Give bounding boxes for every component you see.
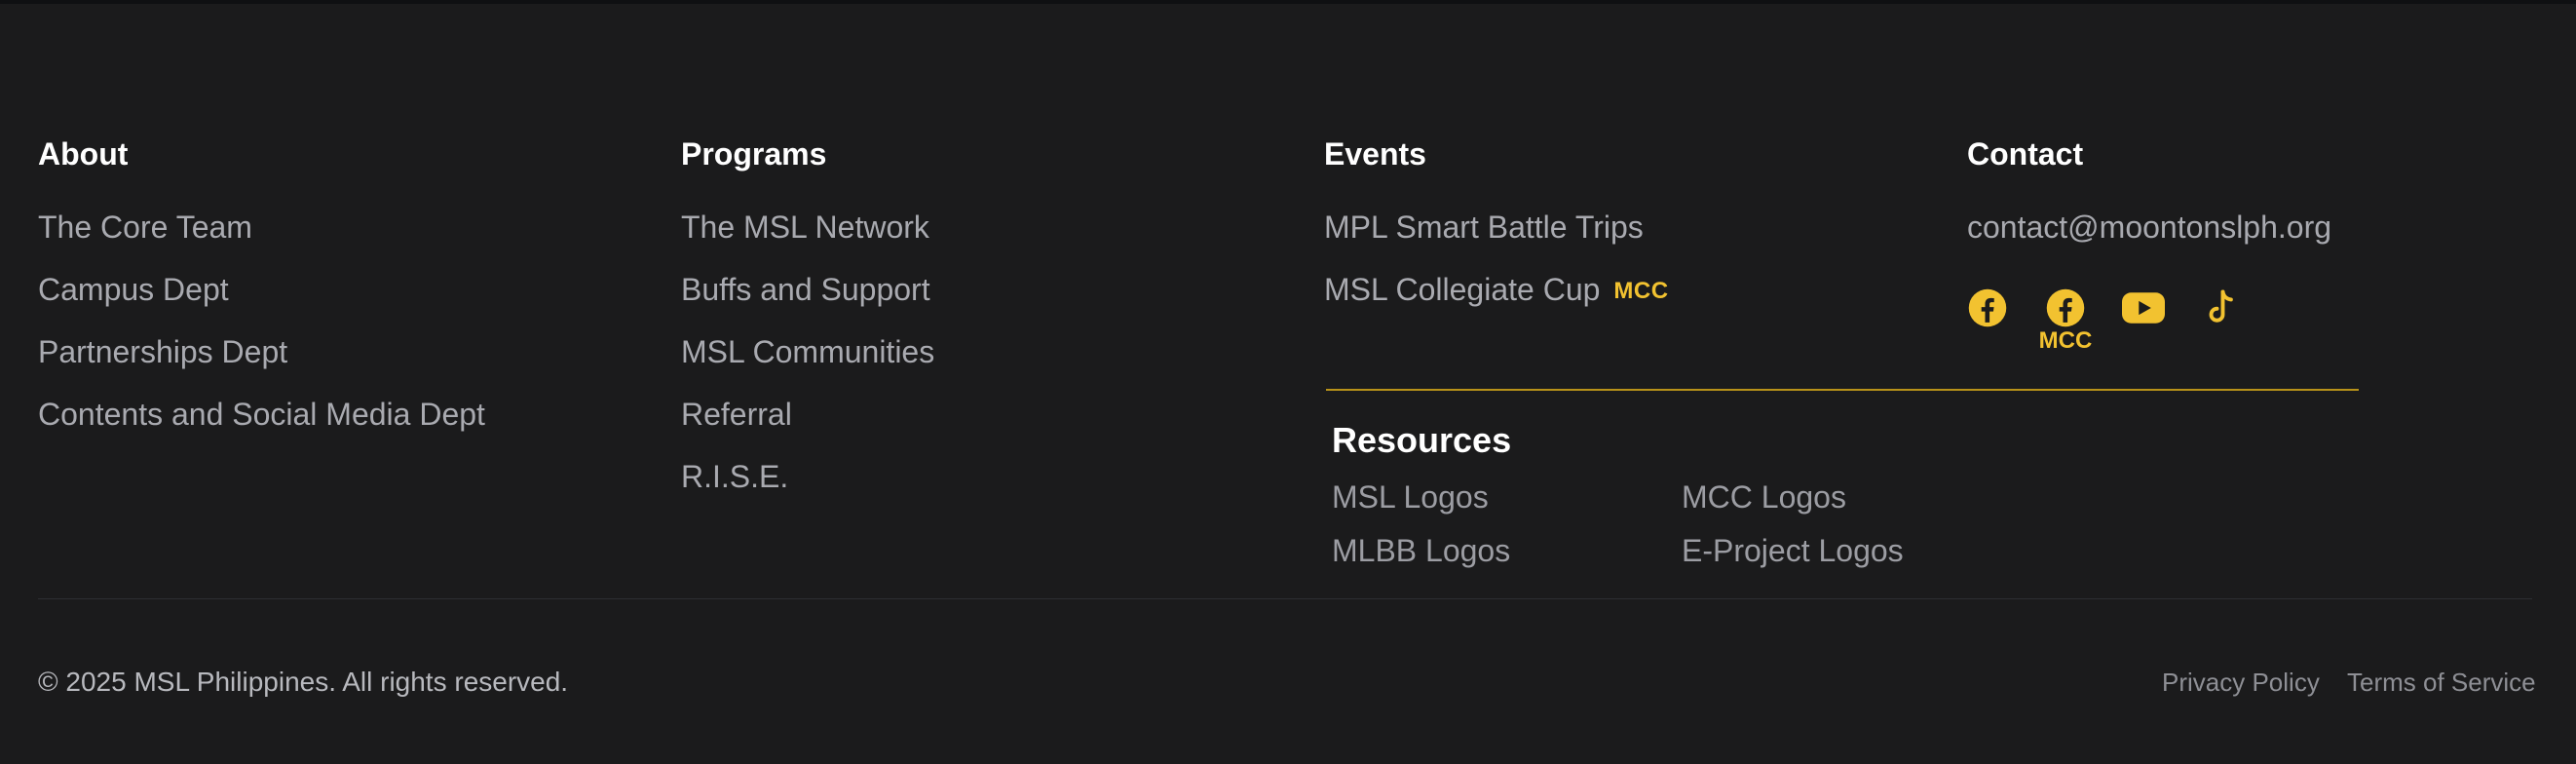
link-contents-social-media-dept[interactable]: Contents and Social Media Dept xyxy=(38,397,485,432)
social-links: MCC xyxy=(1966,286,2278,355)
footer-column-programs: Programs The MSL Network Buffs and Suppo… xyxy=(681,136,934,521)
youtube-link[interactable] xyxy=(2122,286,2165,329)
contact-email-link[interactable]: contact@moontonslph.org xyxy=(1967,210,2331,245)
link-msl-network[interactable]: The MSL Network xyxy=(681,210,934,245)
programs-links: The MSL Network Buffs and Support MSL Co… xyxy=(681,210,934,494)
youtube-icon xyxy=(2122,292,2165,324)
footer-column-events: Events MPL Smart Battle Trips MSL Colleg… xyxy=(1324,136,1669,336)
events-heading: Events xyxy=(1324,136,1426,172)
about-links: The Core Team Campus Dept Partnerships D… xyxy=(38,210,485,432)
link-e-project-logos[interactable]: E-Project Logos xyxy=(1682,533,1904,568)
link-rise[interactable]: R.I.S.E. xyxy=(681,459,934,494)
facebook-icon xyxy=(2046,288,2085,327)
tiktok-icon xyxy=(2209,289,2233,323)
contact-heading: Contact xyxy=(1967,136,2084,172)
facebook-mcc-link[interactable]: MCC xyxy=(2039,286,2092,354)
link-campus-dept[interactable]: Campus Dept xyxy=(38,272,485,307)
top-border xyxy=(0,0,2576,4)
resources-heading: Resources xyxy=(1332,420,1512,460)
facebook-mcc-label: MCC xyxy=(2038,327,2093,354)
mcc-badge: MCC xyxy=(1613,278,1669,304)
footer-column-about: About The Core Team Campus Dept Partners… xyxy=(38,136,485,459)
link-buffs-support[interactable]: Buffs and Support xyxy=(681,272,934,307)
resources-divider xyxy=(1326,389,2359,391)
link-msl-logos[interactable]: MSL Logos xyxy=(1332,479,1489,515)
facebook-link[interactable] xyxy=(1966,286,2009,329)
contact-links: contact@moontonslph.org xyxy=(1967,210,2331,245)
link-referral[interactable]: Referral xyxy=(681,397,934,432)
terms-of-service-link[interactable]: Terms of Service xyxy=(2347,667,2536,698)
link-mlbb-logos[interactable]: MLBB Logos xyxy=(1332,533,1510,568)
link-msl-communities[interactable]: MSL Communities xyxy=(681,334,934,369)
link-mcc-logos[interactable]: MCC Logos xyxy=(1682,479,1846,515)
events-links: MPL Smart Battle Trips MSL Collegiate Cu… xyxy=(1324,210,1669,309)
footer-divider xyxy=(38,598,2532,599)
about-heading: About xyxy=(38,136,129,172)
link-msl-collegiate-cup[interactable]: MSL Collegiate Cup xyxy=(1324,272,1600,307)
footer-column-contact: Contact contact@moontonslph.org xyxy=(1967,136,2331,272)
link-msl-collegiate-cup-row[interactable]: MSL Collegiate Cup MCC xyxy=(1324,272,1669,309)
link-mpl-smart-battle-trips[interactable]: MPL Smart Battle Trips xyxy=(1324,210,1669,245)
privacy-policy-link[interactable]: Privacy Policy xyxy=(2162,667,2320,698)
link-partnerships-dept[interactable]: Partnerships Dept xyxy=(38,334,485,369)
programs-heading: Programs xyxy=(681,136,827,172)
facebook-icon xyxy=(1968,288,2007,327)
tiktok-link[interactable] xyxy=(2200,286,2243,329)
copyright-text: © 2025 MSL Philippines. All rights reser… xyxy=(38,667,569,697)
link-core-team[interactable]: The Core Team xyxy=(38,210,485,245)
